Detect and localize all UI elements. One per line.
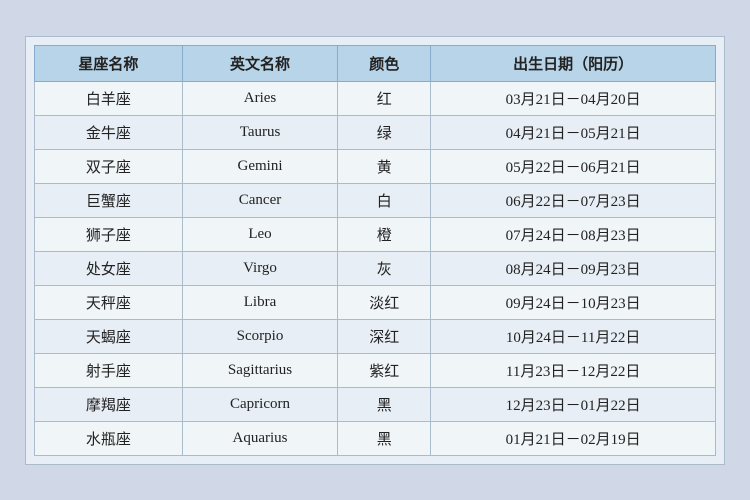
cell-chinese: 金牛座: [35, 115, 183, 149]
col-header-dates: 出生日期（阳历）: [431, 45, 716, 81]
cell-chinese: 处女座: [35, 251, 183, 285]
cell-english: Libra: [182, 285, 337, 319]
cell-english: Cancer: [182, 183, 337, 217]
table-row: 天蝎座Scorpio深红10月24日－11月22日: [35, 319, 716, 353]
table-row: 摩羯座Capricorn黑12月23日－01月22日: [35, 387, 716, 421]
cell-color: 深红: [338, 319, 431, 353]
cell-color: 绿: [338, 115, 431, 149]
cell-dates: 12月23日－01月22日: [431, 387, 716, 421]
cell-chinese: 天蝎座: [35, 319, 183, 353]
cell-english: Taurus: [182, 115, 337, 149]
cell-english: Sagittarius: [182, 353, 337, 387]
table-header-row: 星座名称 英文名称 颜色 出生日期（阳历）: [35, 45, 716, 81]
col-header-color: 颜色: [338, 45, 431, 81]
cell-dates: 04月21日－05月21日: [431, 115, 716, 149]
cell-color: 黄: [338, 149, 431, 183]
cell-dates: 06月22日－07月23日: [431, 183, 716, 217]
table-row: 金牛座Taurus绿04月21日－05月21日: [35, 115, 716, 149]
cell-dates: 10月24日－11月22日: [431, 319, 716, 353]
cell-color: 红: [338, 81, 431, 115]
cell-color: 淡红: [338, 285, 431, 319]
cell-english: Leo: [182, 217, 337, 251]
table-row: 天秤座Libra淡红09月24日－10月23日: [35, 285, 716, 319]
cell-dates: 07月24日－08月23日: [431, 217, 716, 251]
cell-chinese: 射手座: [35, 353, 183, 387]
table-body: 白羊座Aries红03月21日－04月20日金牛座Taurus绿04月21日－0…: [35, 81, 716, 455]
cell-chinese: 天秤座: [35, 285, 183, 319]
zodiac-table-container: 星座名称 英文名称 颜色 出生日期（阳历） 白羊座Aries红03月21日－04…: [25, 36, 725, 465]
table-row: 处女座Virgo灰08月24日－09月23日: [35, 251, 716, 285]
cell-chinese: 白羊座: [35, 81, 183, 115]
cell-chinese: 摩羯座: [35, 387, 183, 421]
cell-dates: 03月21日－04月20日: [431, 81, 716, 115]
cell-english: Scorpio: [182, 319, 337, 353]
col-header-english: 英文名称: [182, 45, 337, 81]
cell-english: Virgo: [182, 251, 337, 285]
cell-english: Aquarius: [182, 421, 337, 455]
table-row: 白羊座Aries红03月21日－04月20日: [35, 81, 716, 115]
col-header-chinese: 星座名称: [35, 45, 183, 81]
cell-color: 黑: [338, 421, 431, 455]
table-row: 水瓶座Aquarius黑01月21日－02月19日: [35, 421, 716, 455]
table-row: 巨蟹座Cancer白06月22日－07月23日: [35, 183, 716, 217]
cell-color: 橙: [338, 217, 431, 251]
cell-chinese: 狮子座: [35, 217, 183, 251]
cell-color: 黑: [338, 387, 431, 421]
cell-color: 白: [338, 183, 431, 217]
cell-chinese: 巨蟹座: [35, 183, 183, 217]
cell-english: Capricorn: [182, 387, 337, 421]
cell-chinese: 水瓶座: [35, 421, 183, 455]
table-row: 双子座Gemini黄05月22日－06月21日: [35, 149, 716, 183]
cell-dates: 01月21日－02月19日: [431, 421, 716, 455]
cell-color: 紫红: [338, 353, 431, 387]
cell-english: Gemini: [182, 149, 337, 183]
table-row: 射手座Sagittarius紫红11月23日－12月22日: [35, 353, 716, 387]
cell-dates: 05月22日－06月21日: [431, 149, 716, 183]
zodiac-table: 星座名称 英文名称 颜色 出生日期（阳历） 白羊座Aries红03月21日－04…: [34, 45, 716, 456]
cell-english: Aries: [182, 81, 337, 115]
cell-dates: 11月23日－12月22日: [431, 353, 716, 387]
table-row: 狮子座Leo橙07月24日－08月23日: [35, 217, 716, 251]
cell-dates: 08月24日－09月23日: [431, 251, 716, 285]
cell-chinese: 双子座: [35, 149, 183, 183]
cell-dates: 09月24日－10月23日: [431, 285, 716, 319]
cell-color: 灰: [338, 251, 431, 285]
